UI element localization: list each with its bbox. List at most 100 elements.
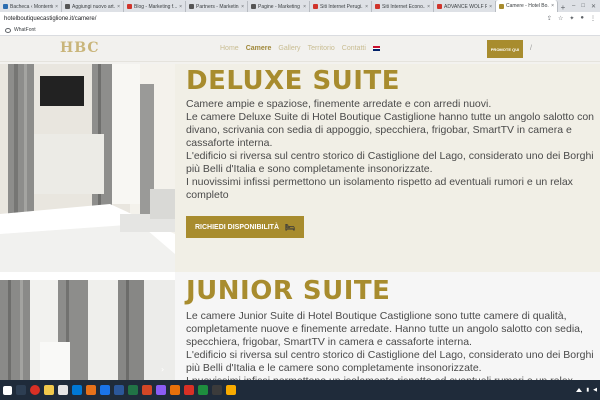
search-icon[interactable]	[16, 385, 26, 395]
app-icon[interactable]	[212, 385, 222, 395]
browser-tab[interactable]: Aggiungi nuovo art... ×	[62, 1, 124, 12]
nav-gallery[interactable]: Gallery	[278, 45, 300, 52]
tab-close-icon[interactable]: ×	[55, 4, 58, 10]
extensions-icon[interactable]: ✦	[569, 15, 574, 22]
edge-icon[interactable]	[72, 385, 82, 395]
room-junior-suite: › JUNIOR SUITE Le camere Junior Suite di…	[0, 272, 600, 380]
app-icon[interactable]	[86, 385, 96, 395]
junior-suite-text: JUNIOR SUITE Le camere Junior Suite di H…	[186, 272, 600, 380]
website-viewport: HBC Home Camere Gallery Territorio Conta…	[0, 36, 600, 380]
tab-favicon-icon	[375, 4, 380, 9]
windows-taskbar: ▮ ◀	[0, 380, 600, 400]
nav-territorio[interactable]: Territorio	[308, 45, 335, 52]
tab-favicon-icon	[313, 4, 318, 9]
tab-close-icon[interactable]: ×	[241, 4, 244, 10]
system-tray: ▮ ◀	[576, 387, 597, 393]
room-description: Le camere Junior Suite di Hotel Boutique…	[186, 310, 594, 380]
room-deluxe-suite: DELUXE SUITE Camere ampie e spaziose, fi…	[0, 64, 600, 280]
tab-favicon-icon	[499, 3, 504, 9]
tab-title: Partners - Marketin...	[196, 3, 240, 10]
tab-title: Aggiungi nuovo art...	[72, 3, 116, 10]
file-explorer-icon[interactable]	[44, 385, 54, 395]
browser-tab[interactable]: Siti Internet Perugi... ×	[310, 1, 372, 12]
availability-button[interactable]: RICHIEDI DISPONIBILITÀ 🛏	[186, 216, 305, 238]
app-icon[interactable]	[198, 385, 208, 395]
tab-title: Camere - Hotel Bo...	[506, 3, 550, 9]
store-icon[interactable]	[58, 385, 68, 395]
tab-favicon-icon	[127, 4, 132, 9]
site-logo[interactable]: HBC	[60, 40, 99, 56]
room-title: DELUXE SUITE	[186, 66, 400, 96]
tab-favicon-icon	[437, 4, 442, 9]
tab-title: ADVANCE WOLF P...	[444, 3, 487, 10]
tab-close-icon[interactable]: ×	[303, 4, 306, 10]
browser-toolbar: hotelboutiquecastiglione.it/camere/ ⇪ ☆ …	[0, 12, 600, 25]
volume-icon[interactable]: ◀	[593, 387, 597, 393]
header-separator: /	[530, 45, 532, 52]
browser-tab[interactable]: Pagine - Marketing ... ×	[248, 1, 310, 12]
tab-title: Blog - Marketing f...	[134, 3, 178, 10]
nav-contatti[interactable]: Contatti	[342, 45, 366, 52]
browser-tab[interactable]: Bacheca ‹ Monterrin...×	[0, 1, 62, 12]
app-icon[interactable]	[226, 385, 236, 395]
app-icon[interactable]	[100, 385, 110, 395]
tab-favicon-icon	[251, 4, 256, 9]
app-icon[interactable]	[156, 385, 166, 395]
url-field[interactable]: hotelboutiquecastiglione.it/camere/	[4, 16, 96, 22]
tab-close-icon[interactable]: ×	[365, 4, 368, 10]
menu-icon[interactable]: ⋮	[590, 15, 596, 22]
main-nav: Home Camere Gallery Territorio Contatti	[220, 45, 380, 52]
bookmark-whatfont[interactable]: WhatFont	[14, 27, 36, 33]
junior-suite-photo: ›	[0, 272, 175, 380]
star-icon[interactable]: ☆	[558, 15, 563, 22]
tab-title: Pagine - Marketing ...	[258, 3, 302, 10]
powerpoint-icon[interactable]	[142, 385, 152, 395]
tab-favicon-icon	[3, 4, 8, 9]
windows-start-icon[interactable]	[3, 385, 12, 395]
browser-tab[interactable]: ADVANCE WOLF P...×	[434, 1, 496, 12]
nav-home[interactable]: Home	[220, 45, 239, 52]
deluxe-suite-photo	[0, 64, 175, 280]
tab-favicon-icon	[189, 4, 194, 9]
excel-icon[interactable]	[128, 385, 138, 395]
network-icon[interactable]: ▮	[586, 387, 589, 393]
close-icon[interactable]: ✕	[591, 3, 596, 10]
globe-icon	[5, 27, 11, 33]
site-header: HBC Home Camere Gallery Territorio Conta…	[0, 36, 600, 62]
tab-title: Bacheca ‹ Monterrin...	[10, 3, 53, 10]
svg-text:›: ›	[161, 365, 164, 374]
minimize-icon[interactable]: –	[572, 3, 575, 9]
maximize-icon[interactable]: □	[581, 3, 585, 9]
share-icon[interactable]: ⇪	[547, 15, 552, 22]
bookmarks-bar: WhatFont	[0, 25, 600, 36]
browser-tab[interactable]: Blog - Marketing f... ×	[124, 1, 186, 12]
tab-close-icon[interactable]: ×	[179, 4, 182, 10]
promo-button[interactable]: PROMOTE QUI	[487, 40, 523, 58]
tab-close-icon[interactable]: ×	[489, 4, 492, 10]
browser-tab[interactable]: Camere - Hotel Bo... ×	[496, 0, 558, 12]
app-icon[interactable]	[184, 385, 194, 395]
browser-tab[interactable]: Partners - Marketin... ×	[186, 1, 248, 12]
chrome-icon[interactable]	[30, 385, 40, 395]
window-controls: – □ ✕	[572, 0, 600, 12]
tab-close-icon[interactable]: ×	[117, 4, 120, 10]
tab-title: Siti Internet Perugi...	[320, 3, 364, 10]
new-tab-button[interactable]: +	[558, 3, 568, 12]
word-icon[interactable]	[114, 385, 124, 395]
browser-tab[interactable]: Siti Internet Econo... ×	[372, 1, 434, 12]
browser-tab-strip: Bacheca ‹ Monterrin...×Aggiungi nuovo ar…	[0, 0, 600, 12]
room-description: Camere ampie e spaziose, finemente arred…	[186, 98, 595, 201]
english-flag-icon[interactable]	[372, 46, 380, 51]
app-icon[interactable]	[170, 385, 180, 395]
tab-close-icon[interactable]: ×	[427, 4, 430, 10]
nav-camere[interactable]: Camere	[246, 45, 272, 52]
tab-close-icon[interactable]: ×	[551, 3, 554, 9]
tab-favicon-icon	[65, 4, 70, 9]
room-title: JUNIOR SUITE	[186, 276, 391, 306]
toolbar-icons: ⇪ ☆ ✦ ● ⋮	[547, 15, 596, 22]
tab-list: Bacheca ‹ Monterrin...×Aggiungi nuovo ar…	[0, 0, 558, 12]
availability-button-label: RICHIEDI DISPONIBILITÀ	[195, 223, 280, 231]
tab-title: Siti Internet Econo...	[382, 3, 426, 10]
tray-expand-icon[interactable]	[576, 388, 583, 392]
profile-icon[interactable]: ●	[580, 15, 584, 22]
